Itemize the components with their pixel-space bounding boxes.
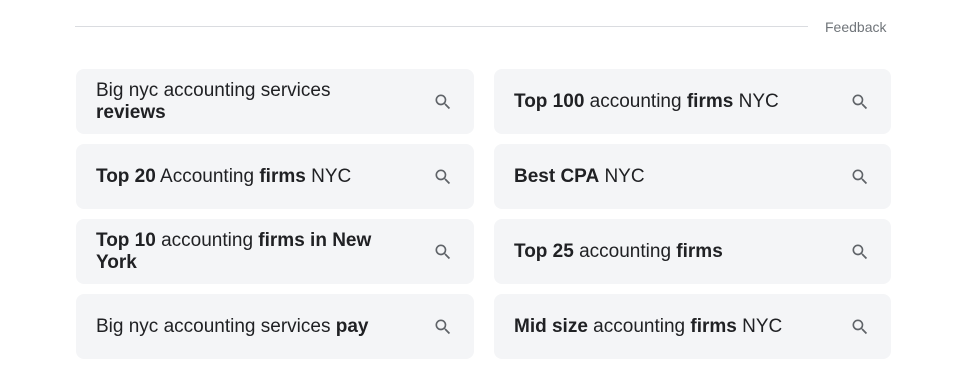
query-term: accounting [155, 229, 259, 251]
highlighted-term: Top 25 [514, 240, 574, 262]
search-icon [849, 166, 871, 188]
related-searches-grid: Big nyc accounting services reviews Top 1… [76, 69, 891, 359]
related-search-text: Big nyc accounting services reviews [96, 80, 396, 124]
highlighted-term: firms [259, 165, 306, 187]
highlighted-term: Top 10 [96, 229, 156, 251]
related-search-text: Big nyc accounting services pay [96, 316, 368, 338]
highlighted-term: firms [690, 315, 737, 337]
highlighted-term: Best CPA [514, 165, 600, 187]
search-icon [432, 316, 454, 338]
query-term: Big nyc accounting services [96, 79, 331, 101]
related-search-chip[interactable]: Best CPA NYC [494, 144, 891, 209]
related-search-chip[interactable]: Top 100 accounting firms NYC [494, 69, 891, 134]
search-icon [849, 316, 871, 338]
related-search-text: Top 20 Accounting firms NYC [96, 166, 351, 188]
highlighted-term: firms [686, 90, 734, 112]
related-search-text: Mid size accounting firms NYC [514, 316, 782, 338]
related-search-chip[interactable]: Top 20 Accounting firms NYC [76, 144, 474, 209]
section-divider [75, 26, 808, 27]
highlighted-term: Top 100 [514, 90, 585, 112]
highlighted-term: reviews [96, 101, 166, 123]
query-term: accounting [584, 90, 687, 112]
search-icon [849, 91, 871, 113]
related-search-text: Top 25 accounting firms [514, 241, 723, 263]
highlighted-term: Top 20 [96, 165, 156, 187]
related-search-text: Top 10 accounting firms in New York [96, 230, 396, 274]
highlighted-term: Mid size [514, 315, 588, 337]
query-term: NYC [599, 165, 645, 187]
search-icon [432, 91, 454, 113]
related-search-chip[interactable]: Mid size accounting firms NYC [494, 294, 891, 359]
query-term: NYC [305, 165, 352, 187]
query-term: accounting [573, 240, 677, 262]
search-icon [849, 241, 871, 263]
query-term: Big nyc accounting services [96, 315, 336, 337]
query-term: NYC [733, 90, 779, 112]
search-icon [432, 166, 454, 188]
highlighted-term: firms [676, 240, 723, 262]
feedback-link[interactable]: Feedback [825, 18, 886, 36]
query-term: NYC [736, 315, 783, 337]
related-search-chip[interactable]: Top 25 accounting firms [494, 219, 891, 284]
query-term: Accounting [155, 165, 260, 187]
query-term: accounting [587, 315, 691, 337]
related-search-text: Top 100 accounting firms NYC [514, 91, 779, 113]
highlighted-term: pay [335, 315, 369, 337]
search-icon [432, 241, 454, 263]
related-search-chip[interactable]: Big nyc accounting services pay [76, 294, 474, 359]
related-search-chip[interactable]: Big nyc accounting services reviews [76, 69, 474, 134]
related-search-text: Best CPA NYC [514, 166, 645, 188]
related-search-chip[interactable]: Top 10 accounting firms in New York [76, 219, 474, 284]
